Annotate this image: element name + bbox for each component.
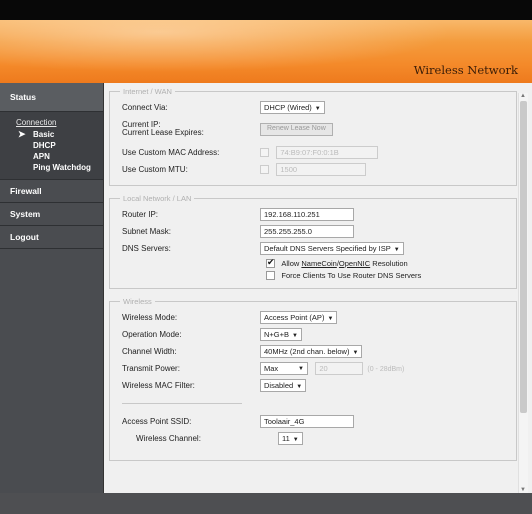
custom-mac-label: Use Custom MAC Address: bbox=[122, 148, 220, 157]
dns-servers-select[interactable]: Default DNS Servers Specified by ISP ▼ bbox=[260, 242, 404, 255]
nav-status[interactable]: Status bbox=[0, 83, 103, 112]
force-dns-label: Force Clients To Use Router DNS Servers bbox=[281, 271, 422, 280]
channel-width-label: Channel Width: bbox=[122, 347, 177, 356]
opennic-link[interactable]: OpenNIC bbox=[339, 259, 370, 268]
top-bar bbox=[0, 0, 532, 20]
mac-filter-label: Wireless MAC Filter: bbox=[122, 381, 195, 390]
wireless-mode-select[interactable]: Access Point (AP) ▼ bbox=[260, 311, 338, 324]
status-subnav: Connection Basic DHCP APN Ping Watchdog bbox=[0, 112, 103, 180]
dns-servers-label: DNS Servers: bbox=[122, 244, 171, 253]
settings-panel: Internet / WAN Connect Via: DHCP (Wired)… bbox=[109, 87, 517, 493]
chevron-down-icon: ▼ bbox=[292, 333, 298, 339]
lan-section: Local Network / LAN Router IP: 192.168.1… bbox=[109, 194, 517, 289]
allow-namecoin-checkbox[interactable] bbox=[266, 257, 275, 269]
scroll-up-icon[interactable]: ▲ bbox=[520, 93, 526, 99]
connect-via-value: DHCP (Wired) bbox=[264, 103, 312, 112]
wireless-channel-value: 11 bbox=[282, 434, 290, 443]
custom-mac-input[interactable]: 74:B9:07:F0:0:1B bbox=[276, 146, 379, 159]
chevron-down-icon: ▼ bbox=[393, 247, 400, 253]
transmit-power-value: Max bbox=[264, 364, 279, 373]
mac-filter-select[interactable]: Disabled ▼ bbox=[260, 379, 307, 392]
channel-width-value: 40MHz (2nd chan. below) bbox=[264, 347, 350, 356]
chevron-down-icon: ▼ bbox=[314, 106, 321, 112]
chevron-down-icon: ▼ bbox=[327, 316, 334, 322]
main-content: Internet / WAN Connect Via: DHCP (Wired)… bbox=[104, 83, 532, 493]
wan-legend: Internet / WAN bbox=[123, 87, 172, 96]
transmit-power-range: (0 - 28dBm) bbox=[367, 366, 405, 373]
transmit-power-label: Transmit Power: bbox=[122, 364, 180, 373]
chevron-down-icon: ▼ bbox=[352, 350, 359, 356]
header-banner: Wireless Network bbox=[0, 20, 532, 83]
router-ip-label: Router IP: bbox=[122, 210, 159, 219]
lan-legend: Local Network / LAN bbox=[123, 194, 192, 203]
nav-dhcp[interactable]: DHCP bbox=[0, 140, 103, 151]
subnet-mask-input[interactable]: 255.255.255.0 bbox=[260, 225, 354, 238]
chevron-down-icon: ▼ bbox=[296, 384, 303, 390]
namecoin-link[interactable]: NameCoin bbox=[301, 259, 336, 268]
chevron-down-icon: ▼ bbox=[292, 437, 299, 443]
nav-logout[interactable]: Logout bbox=[0, 226, 103, 249]
vertical-scrollbar[interactable]: ▲ ▼ bbox=[518, 93, 528, 493]
bottom-bar bbox=[0, 493, 532, 514]
nav-system[interactable]: System bbox=[0, 203, 103, 226]
custom-mtu-label: Use Custom MTU: bbox=[122, 165, 188, 174]
wireless-mode-label: Wireless Mode: bbox=[122, 313, 178, 322]
subnet-mask-label: Subnet Mask: bbox=[122, 227, 171, 236]
renew-lease-button[interactable]: Renew Lease Now bbox=[260, 123, 333, 136]
nav-connection[interactable]: Connection bbox=[0, 116, 103, 129]
force-dns-checkbox[interactable] bbox=[266, 271, 275, 281]
connect-via-label: Connect Via: bbox=[122, 103, 168, 112]
operation-mode-value: N+G+B bbox=[264, 330, 290, 339]
transmit-power-select[interactable]: Max ▼ bbox=[260, 362, 308, 375]
router-ip-input[interactable]: 192.168.110.251 bbox=[260, 208, 354, 221]
nav-ping-watchdog[interactable]: Ping Watchdog bbox=[0, 162, 103, 173]
chevron-down-icon: ▼ bbox=[298, 366, 304, 372]
channel-width-select[interactable]: 40MHz (2nd chan. below) ▼ bbox=[260, 345, 363, 358]
custom-mtu-input[interactable]: 1500 bbox=[276, 163, 367, 176]
wireless-channel-select[interactable]: 11 ▼ bbox=[278, 432, 303, 445]
mac-filter-value: Disabled bbox=[264, 381, 294, 390]
wireless-mode-value: Access Point (AP) bbox=[264, 313, 325, 322]
custom-mtu-checkbox[interactable] bbox=[260, 165, 269, 175]
allow-namecoin-label: Allow NameCoin/OpenNIC Resolution bbox=[281, 259, 408, 268]
section-divider bbox=[122, 403, 242, 404]
dns-servers-value: Default DNS Servers Specified by ISP bbox=[264, 244, 391, 253]
ssid-label: Access Point SSID: bbox=[122, 417, 192, 426]
wireless-section: Wireless Wireless Mode: Access Point (AP… bbox=[109, 297, 517, 461]
wireless-legend: Wireless bbox=[123, 297, 152, 306]
ssid-input[interactable]: Toolaair_4G bbox=[260, 415, 354, 428]
wan-section: Internet / WAN Connect Via: DHCP (Wired)… bbox=[109, 87, 517, 186]
nav-basic[interactable]: Basic bbox=[0, 129, 103, 140]
page-title: Wireless Network bbox=[413, 63, 518, 77]
wireless-channel-label: Wireless Channel: bbox=[136, 434, 201, 443]
lease-label: Current Lease Expires: bbox=[122, 128, 204, 137]
transmit-power-input[interactable]: 20 bbox=[315, 362, 364, 375]
operation-mode-label: Operation Mode: bbox=[122, 330, 182, 339]
custom-mac-checkbox[interactable] bbox=[260, 148, 269, 158]
nav-firewall[interactable]: Firewall bbox=[0, 180, 103, 203]
nav-apn[interactable]: APN bbox=[0, 151, 103, 162]
operation-mode-select[interactable]: N+G+B ▼ bbox=[260, 328, 302, 341]
scrollbar-thumb[interactable] bbox=[520, 101, 527, 413]
sidebar: Status Connection Basic DHCP APN Ping Wa… bbox=[0, 83, 104, 493]
connect-via-select[interactable]: DHCP (Wired) ▼ bbox=[260, 101, 325, 114]
